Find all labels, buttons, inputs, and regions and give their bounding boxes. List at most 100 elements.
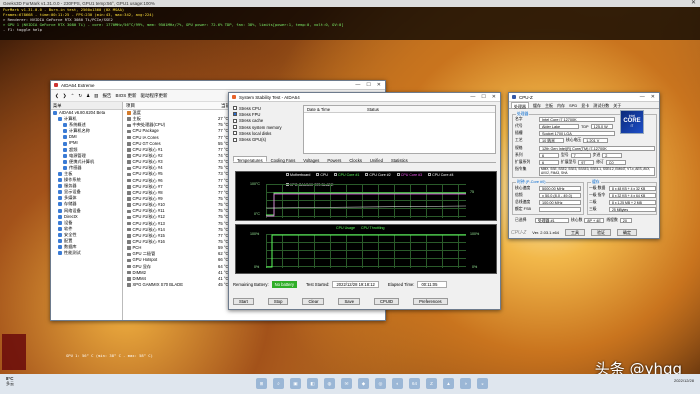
tab-temperatures[interactable]: Temperatures — [233, 156, 267, 163]
bus-speed-value: 100.00 MHz — [539, 200, 581, 205]
close-icon[interactable]: ✕ — [377, 82, 381, 88]
cpuz-tab[interactable]: 内存 — [557, 102, 565, 108]
legend-item[interactable]: CPU — [316, 173, 328, 177]
close-icon[interactable]: ✕ — [651, 94, 655, 100]
bios-update-button[interactable]: BIOS 更新 — [115, 93, 136, 99]
chrome-icon[interactable]: ◎ — [375, 378, 386, 389]
driver-update-button[interactable]: 驱动程序更新 — [140, 93, 167, 99]
tab-voltages[interactable]: Voltages — [299, 156, 323, 163]
app-icon[interactable]: ◒ — [477, 378, 488, 389]
legend-item[interactable]: CPU Core #4 — [428, 173, 453, 177]
user-icon[interactable]: ♟ — [86, 93, 90, 99]
ssd-temp-line — [266, 205, 466, 209]
cpuz-tab[interactable]: 处理器 — [511, 102, 529, 109]
furmark-icon[interactable]: ▲ — [443, 378, 454, 389]
maximize-icon[interactable]: ☐ — [366, 82, 370, 88]
tools-button[interactable]: 工具 — [564, 229, 585, 236]
name-value: Intel Core i7 12700K — [539, 117, 615, 122]
up-icon[interactable]: ⌃ — [71, 93, 75, 99]
ok-button[interactable]: 确定 — [616, 229, 637, 236]
file-explorer-icon[interactable]: ◐ — [392, 378, 403, 389]
bus-speed-label: 总线速度 — [515, 200, 531, 204]
legend-item[interactable]: CPU Core #3 — [396, 173, 422, 177]
report-button[interactable]: 报告 — [102, 93, 111, 99]
legend-checkbox-icon[interactable] — [286, 173, 289, 176]
chart-icon[interactable]: ▥ — [94, 93, 98, 99]
search-icon[interactable]: ⌕ — [273, 378, 284, 389]
tab-unified[interactable]: Unified — [366, 156, 387, 163]
tree-node-icon — [63, 135, 67, 140]
selection-dropdown[interactable]: 处理器 #1 — [535, 218, 569, 223]
stress-checkbox[interactable]: Stress GPU(s) — [233, 136, 299, 142]
app-icon[interactable]: ◑ — [460, 378, 471, 389]
aida64-icon[interactable]: 64 — [409, 378, 420, 389]
legend-item[interactable]: Motherboard — [286, 173, 310, 177]
preferences-button[interactable]: Preferences — [413, 298, 448, 305]
widgets-icon[interactable]: ◧ — [307, 378, 318, 389]
weather-widget[interactable]: 8°C 多云 — [6, 376, 14, 387]
close-icon[interactable]: ✕ — [492, 94, 496, 100]
cpuid-button[interactable]: CPUID — [374, 298, 400, 305]
cpuz-tab[interactable]: SPD — [569, 102, 577, 108]
checkbox-icon[interactable] — [233, 112, 237, 117]
spec-label: 规格 — [515, 146, 523, 150]
furmark-temp-graph — [2, 334, 26, 370]
tab-statistics[interactable]: Statistics — [387, 156, 412, 163]
legend-checkbox-icon[interactable] — [365, 173, 369, 176]
minimize-icon[interactable]: — — [470, 94, 475, 100]
col-status[interactable]: Status — [364, 106, 379, 112]
forward-icon[interactable]: ❯ — [63, 93, 67, 99]
legend-checkbox-icon[interactable] — [428, 173, 432, 176]
aida64-title: AIDA64 Extreme — [61, 82, 95, 88]
col-item[interactable]: 项目 — [123, 102, 218, 109]
tab-cooling-fans[interactable]: Cooling Fans — [267, 156, 300, 163]
multiplier-value: x 50.0 (8.0 - 49.0) — [539, 193, 581, 198]
temp-right-top: 75 — [470, 190, 474, 194]
cpuz-tab[interactable]: 缓存 — [533, 102, 541, 108]
checkbox-icon[interactable] — [233, 131, 237, 136]
mail-icon[interactable]: ✉ — [341, 378, 352, 389]
legend-label: CPU Core #1 — [337, 173, 360, 177]
cpuz-tab[interactable]: 测试分数 — [593, 102, 609, 108]
task-view-icon[interactable]: ▣ — [290, 378, 301, 389]
legend-checkbox-icon[interactable] — [316, 173, 320, 176]
taskbar: 8°C 多云 ⊞ ⌕ ▣ ◧ ◍ ✉ ◆ ◎ ◐ 64 Z ▲ ◑ ◒ 2022/12/28 — [0, 374, 700, 394]
checkbox-icon[interactable] — [233, 125, 237, 130]
start-button[interactable]: Start — [233, 298, 254, 305]
sensor-icon — [127, 142, 131, 146]
refresh-icon[interactable]: ↻ — [78, 93, 82, 99]
start-icon[interactable]: ⊞ — [256, 378, 267, 389]
tree-node-icon — [63, 141, 67, 146]
tab-clocks[interactable]: Clocks — [345, 156, 366, 163]
legend-item[interactable]: CPU Core #2 — [365, 173, 391, 177]
tree-item[interactable]: 性能测试 — [51, 250, 122, 256]
tab-powers[interactable]: Powers — [323, 156, 345, 163]
close-icon[interactable]: ✕ — [691, 0, 696, 7]
col-date-time[interactable]: Date & Time — [304, 106, 364, 112]
back-icon[interactable]: ❮ — [55, 93, 59, 99]
furmark-gpu-temp-footer: GPU 1: 56° C (min: 38° C - max: 58° C) — [66, 353, 153, 358]
minimize-icon[interactable]: — — [640, 94, 645, 100]
stop-button[interactable]: Stop — [267, 298, 289, 305]
cpuz-icon[interactable]: Z — [426, 378, 437, 389]
furmark-window: Geeks3D FurMark v1.31.0.0 - 230FPS, GPU1… — [0, 0, 700, 40]
checkbox-icon[interactable] — [233, 137, 237, 142]
codename-label: 代号 — [515, 124, 523, 128]
legend-item[interactable]: CPU Core #1 — [333, 173, 360, 177]
validate-button[interactable]: 验证 — [590, 229, 611, 236]
checkbox-icon[interactable] — [233, 106, 237, 111]
checkbox-icon[interactable] — [233, 118, 237, 123]
cpuz-tab[interactable]: 主板 — [545, 102, 553, 108]
maximize-icon[interactable]: ☐ — [481, 94, 485, 100]
cpuz-tab[interactable]: 关于 — [613, 102, 621, 108]
save-button[interactable]: Save — [338, 298, 361, 305]
sensor-icon — [127, 123, 131, 128]
legend-checkbox-icon[interactable] — [396, 173, 400, 176]
cpuz-tab[interactable]: 显卡 — [581, 102, 589, 108]
usage-graph: CPU Usage CPU Throttling 100% 0% 100% 0% — [235, 224, 497, 274]
clear-button[interactable]: Clear — [302, 298, 325, 305]
store-icon[interactable]: ◆ — [358, 378, 369, 389]
legend-checkbox-icon[interactable] — [333, 173, 337, 176]
edge-icon[interactable]: ◍ — [324, 378, 335, 389]
minimize-icon[interactable]: — — [355, 82, 360, 88]
